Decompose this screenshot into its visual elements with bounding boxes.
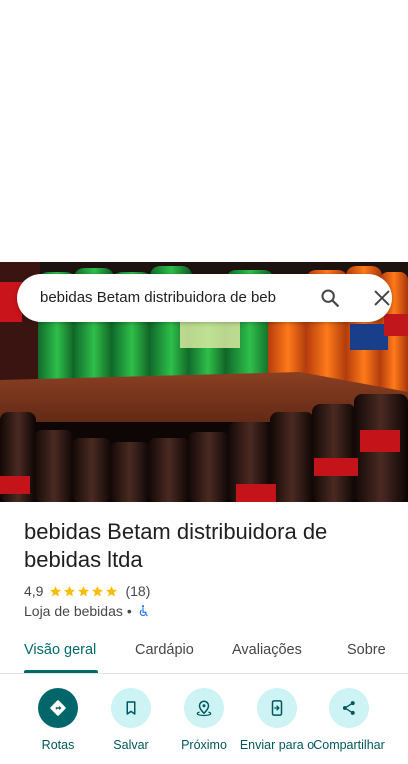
map-area[interactable]	[0, 0, 408, 262]
category-row: Loja de bebidas •	[24, 602, 150, 620]
directions-button[interactable]: Rotas	[18, 688, 98, 753]
rating-value: 4,9	[24, 583, 44, 599]
share-label: Compartilhar	[313, 738, 385, 752]
tab-about[interactable]: Sobre	[347, 642, 386, 658]
active-tab-indicator	[24, 670, 98, 673]
star-icon	[106, 585, 118, 596]
send-to-phone-icon	[271, 700, 283, 716]
directions-icon	[50, 700, 66, 716]
search-input[interactable]: bebidas Betam distribuidora de beb	[40, 289, 302, 306]
save-button-circle	[111, 688, 151, 728]
wheelchair-accessible-icon	[139, 605, 148, 617]
tab-overview[interactable]: Visão geral	[24, 642, 96, 658]
search-bar[interactable]: bebidas Betam distribuidora de beb	[17, 274, 392, 322]
star-icon	[92, 585, 104, 596]
tab-menu[interactable]: Cardápio	[135, 642, 194, 658]
star-icon	[64, 585, 76, 596]
bookmark-icon	[126, 701, 136, 715]
nearby-button[interactable]: Próximo	[164, 688, 244, 753]
action-buttons: Rotas Salvar Próximo Enviar para o Compa…	[0, 688, 408, 764]
review-count: (18)	[125, 583, 151, 599]
star-icon	[78, 585, 90, 596]
rating-row[interactable]: 4,9 (18)	[24, 582, 150, 600]
place-tabs: Visão geral Cardápio Avaliações Sobre	[0, 636, 408, 674]
share-button-circle	[329, 688, 369, 728]
share-icon	[342, 701, 355, 715]
place-title: bebidas Betam distribuidora de bebidas l…	[24, 519, 328, 572]
nearby-icon	[196, 700, 212, 717]
send-to-phone-label: Enviar para o	[239, 738, 315, 752]
nearby-button-circle	[184, 688, 224, 728]
separator-dot: •	[126, 603, 132, 619]
directions-button-circle	[38, 688, 78, 728]
tab-reviews[interactable]: Avaliações	[232, 642, 302, 658]
star-rating	[49, 585, 119, 598]
save-label: Salvar	[113, 738, 149, 752]
directions-label: Rotas	[41, 738, 75, 752]
close-icon[interactable]	[371, 287, 393, 309]
nearby-label: Próximo	[181, 738, 227, 752]
star-icon	[50, 585, 62, 596]
send-to-phone-button[interactable]: Enviar para o	[237, 688, 317, 756]
share-button[interactable]: Compartilhar	[309, 688, 389, 753]
send-to-phone-button-circle	[257, 688, 297, 728]
search-icon[interactable]	[319, 287, 341, 309]
save-button[interactable]: Salvar	[91, 688, 171, 753]
place-category: Loja de bebidas	[24, 603, 123, 619]
